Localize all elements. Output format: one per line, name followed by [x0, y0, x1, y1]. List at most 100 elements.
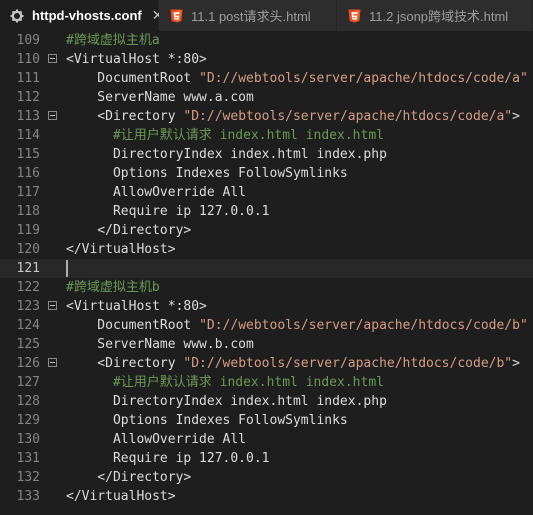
code-token: ServerName www.b.com: [66, 337, 254, 352]
code-line[interactable]: 133 </VirtualHost>: [0, 487, 533, 506]
code-line[interactable]: 117 AllowOverride All: [0, 183, 533, 202]
code-line[interactable]: 127 #让用户默认请求 index.html index.html: [0, 373, 533, 392]
code-line-current[interactable]: 121: [0, 259, 533, 278]
fold-toggle-icon[interactable]: [48, 54, 57, 63]
code-line[interactable]: 116 Options Indexes FollowSymlinks: [0, 164, 533, 183]
html5-icon: [169, 9, 183, 23]
code-token: AllowOverride All: [66, 185, 247, 200]
code-text: ServerName www.a.com: [66, 88, 254, 107]
code-line[interactable]: 131 Require ip 127.0.0.1: [0, 449, 533, 468]
line-number: 130: [16, 432, 40, 447]
line-number: 117: [16, 185, 40, 200]
code-line[interactable]: 113 <Directory "D://webtools/server/apac…: [0, 107, 533, 126]
fold-toggle-icon[interactable]: [48, 301, 57, 310]
code-line[interactable]: 120 </VirtualHost>: [0, 240, 533, 259]
code-text: </Directory>: [66, 468, 191, 487]
line-number: 121: [16, 261, 40, 276]
line-number: 113: [16, 109, 40, 124]
line-number: 116: [16, 166, 40, 181]
text-cursor: [66, 260, 68, 277]
code-line[interactable]: 110 <VirtualHost *:80>: [0, 50, 533, 69]
tab-post-request[interactable]: 11.1 post请求头.html: [159, 0, 337, 31]
code-token: </Directory>: [66, 223, 192, 238]
code-token: DirectoryIndex index.html index.php: [66, 394, 387, 409]
tab-label: httpd-vhosts.conf: [32, 8, 142, 23]
code-token: </VirtualHost>: [66, 242, 176, 257]
line-number: 109: [16, 33, 40, 48]
code-line[interactable]: 119 </Directory>: [0, 221, 533, 240]
code-line[interactable]: 112 ServerName www.a.com: [0, 88, 533, 107]
tab-httpd-vhosts[interactable]: httpd-vhosts.conf ✕: [0, 0, 164, 31]
code-token: </Directory>: [66, 470, 192, 485]
code-token: "D://webtools/server/apache/htdocs/code/…: [199, 318, 528, 333]
code-editor[interactable]: 109 #跨域虚拟主机a 110 <VirtualHost *:80> 111 Docu…: [0, 31, 533, 515]
code-line[interactable]: 126 <Directory "D://webtools/server/apac…: [0, 354, 533, 373]
code-token: <Directory: [66, 356, 184, 371]
code-text: AllowOverride All: [66, 430, 246, 449]
code-line[interactable]: 124 DocumentRoot "D://webtools/server/ap…: [0, 316, 533, 335]
code-text: DocumentRoot "D://webtools/server/apache…: [66, 69, 528, 88]
gear-icon: [10, 9, 24, 23]
code-text: <VirtualHost *:80>: [66, 297, 207, 316]
code-line[interactable]: 122 #跨域虚拟主机b: [0, 278, 533, 297]
code-token: #跨域虚拟主机a: [66, 33, 160, 48]
code-text: #让用户默认请求 index.html index.html: [66, 373, 384, 392]
code-token: >: [512, 109, 520, 124]
line-number: 131: [16, 451, 40, 466]
code-text: #让用户默认请求 index.html index.html: [66, 126, 384, 145]
code-text: Require ip 127.0.0.1: [66, 202, 270, 221]
line-number: 125: [16, 337, 40, 352]
code-text: AllowOverride All: [66, 183, 246, 202]
line-number: 120: [16, 242, 40, 257]
line-number: 132: [16, 470, 40, 485]
code-token: Options Indexes FollowSymlinks: [66, 166, 348, 181]
code-text: <Directory "D://webtools/server/apache/h…: [66, 107, 520, 126]
fold-toggle-icon[interactable]: [48, 358, 57, 367]
code-token: DocumentRoot: [66, 71, 200, 86]
code-line[interactable]: 125 ServerName www.b.com: [0, 335, 533, 354]
code-line[interactable]: 128 DirectoryIndex index.html index.php: [0, 392, 533, 411]
code-token: "D://webtools/server/apache/htdocs/code/…: [183, 356, 513, 371]
code-text: #跨域虚拟主机a: [66, 31, 160, 50]
code-text: DocumentRoot "D://webtools/server/apache…: [66, 316, 528, 335]
line-number: 122: [16, 280, 40, 295]
line-number: 119: [16, 223, 40, 238]
code-line[interactable]: 132 </Directory>: [0, 468, 533, 487]
code-line[interactable]: 118 Require ip 127.0.0.1: [0, 202, 533, 221]
line-number: 129: [16, 413, 40, 428]
code-token: <VirtualHost *:80>: [66, 299, 207, 314]
code-line[interactable]: 109 #跨域虚拟主机a: [0, 31, 533, 50]
code-text: DirectoryIndex index.html index.php: [66, 145, 387, 164]
code-token: </VirtualHost>: [66, 489, 176, 504]
code-token: >: [512, 356, 520, 371]
code-token: DirectoryIndex index.html index.php: [66, 147, 387, 162]
line-number: 118: [16, 204, 40, 219]
code-token: AllowOverride All: [66, 432, 247, 447]
line-number: 111: [16, 71, 40, 86]
code-token: ServerName www.a.com: [66, 90, 254, 105]
code-token: "D://webtools/server/apache/htdocs/code/…: [183, 109, 513, 124]
code-text: Options Indexes FollowSymlinks: [66, 164, 348, 183]
code-token: "D://webtools/server/apache/htdocs/code/…: [199, 71, 528, 86]
code-line[interactable]: 111 DocumentRoot "D://webtools/server/ap…: [0, 69, 533, 88]
code-line[interactable]: 129 Options Indexes FollowSymlinks: [0, 411, 533, 430]
fold-toggle-icon[interactable]: [48, 111, 57, 120]
html5-icon: [347, 9, 361, 23]
code-text: <VirtualHost *:80>: [66, 50, 207, 69]
line-number: 133: [16, 489, 40, 504]
code-text: <Directory "D://webtools/server/apache/h…: [66, 354, 520, 373]
tab-jsonp[interactable]: 11.2 jsonp跨域技术.html: [337, 0, 533, 31]
line-number: 126: [16, 356, 40, 371]
code-token: #让用户默认请求 index.html index.html: [66, 128, 384, 143]
code-line[interactable]: 114 #让用户默认请求 index.html index.html: [0, 126, 533, 145]
code-line[interactable]: 115 DirectoryIndex index.html index.php: [0, 145, 533, 164]
line-number: 115: [16, 147, 40, 162]
code-line[interactable]: 130 AllowOverride All: [0, 430, 533, 449]
code-line[interactable]: 123 <VirtualHost *:80>: [0, 297, 533, 316]
code-token: <Directory: [66, 109, 184, 124]
tab-bar: httpd-vhosts.conf ✕ 11.1 post请求头.html 11…: [0, 0, 533, 32]
code-text: </VirtualHost>: [66, 240, 176, 259]
code-token: #让用户默认请求 index.html index.html: [66, 375, 384, 390]
code-token: Require ip 127.0.0.1: [66, 204, 270, 219]
code-text: DirectoryIndex index.html index.php: [66, 392, 387, 411]
